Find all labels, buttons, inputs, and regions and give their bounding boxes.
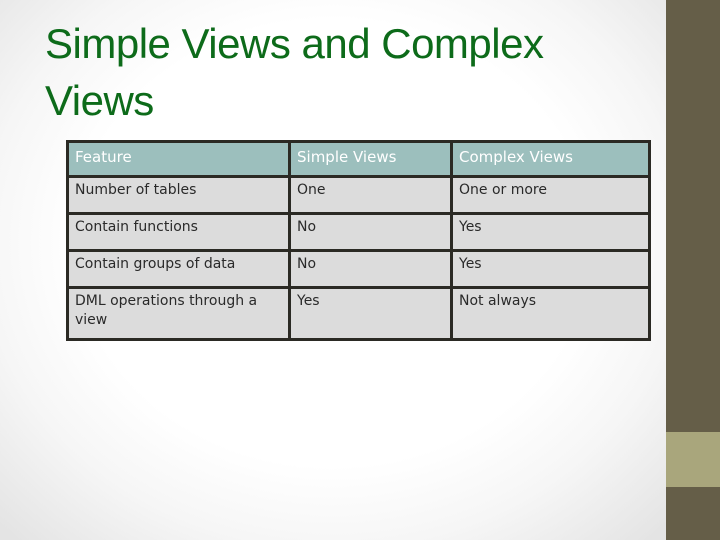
cell-simple: One [288, 175, 453, 215]
cell-simple: No [288, 212, 453, 252]
header-feature: Feature [66, 140, 291, 178]
table-row: Contain groups of data No Yes [66, 249, 651, 289]
cell-feature: Contain groups of data [66, 249, 291, 289]
table-row: Contain functions No Yes [66, 212, 651, 252]
table-row: DML operations through a view Yes Not al… [66, 286, 651, 341]
cell-feature: Contain functions [66, 212, 291, 252]
side-decor-accent [666, 432, 720, 487]
cell-feature: Number of tables [66, 175, 291, 215]
header-complex-views: Complex Views [450, 140, 651, 178]
cell-complex: One or more [450, 175, 651, 215]
table-row: Number of tables One One or more [66, 175, 651, 215]
cell-simple: Yes [288, 286, 453, 341]
table-header-row: Feature Simple Views Complex Views [66, 140, 651, 178]
cell-complex: Yes [450, 249, 651, 289]
comparison-table: Feature Simple Views Complex Views Numbe… [66, 140, 651, 341]
cell-complex: Not always [450, 286, 651, 341]
cell-feature: DML operations through a view [66, 286, 291, 341]
header-simple-views: Simple Views [288, 140, 453, 178]
cell-complex: Yes [450, 212, 651, 252]
cell-simple: No [288, 249, 453, 289]
slide-title: Simple Views and Complex Views [45, 20, 544, 124]
